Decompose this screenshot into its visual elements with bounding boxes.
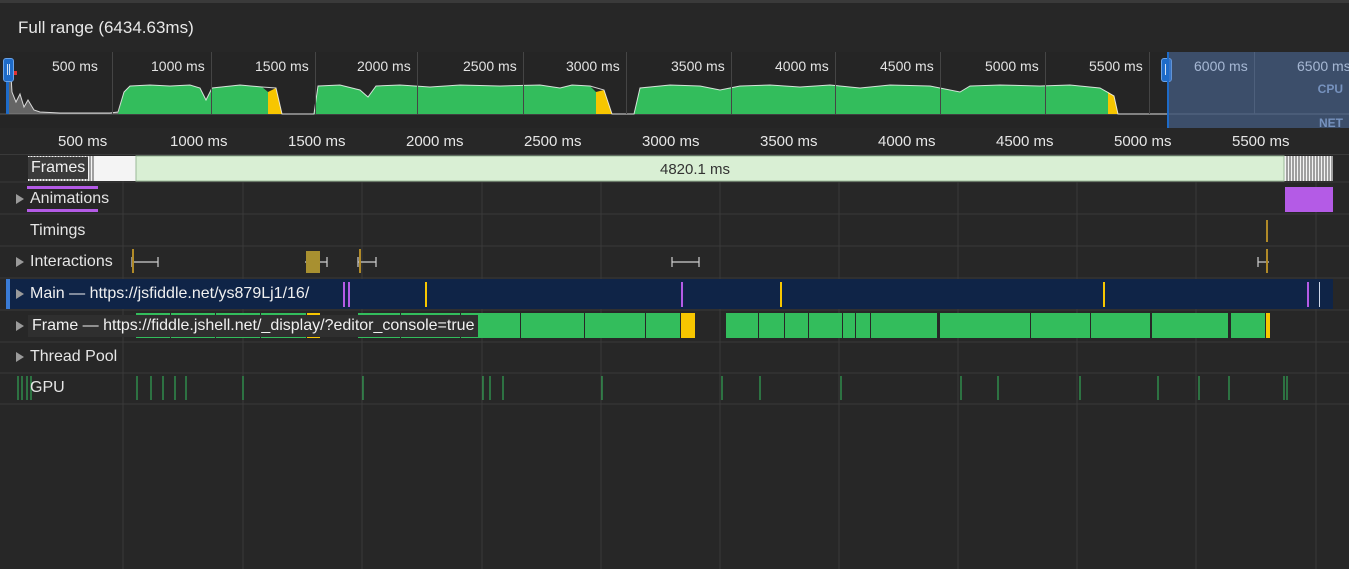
task-block — [521, 313, 584, 338]
timing-marker — [1266, 220, 1268, 242]
task-block — [585, 313, 645, 338]
expand-frame-icon[interactable] — [16, 321, 24, 331]
track-label-frame[interactable]: Frame — https://fiddle.jshell.net/_displ… — [28, 315, 479, 337]
track-label-frames[interactable]: Frames — [28, 157, 89, 179]
expand-main-icon[interactable] — [16, 289, 24, 299]
animation-bar — [1285, 187, 1333, 212]
task-block — [1266, 313, 1270, 338]
track-label-main[interactable]: Main — https://jsfiddle.net/ys879Lj1/16/ — [28, 283, 312, 305]
expand-thread-pool-icon[interactable] — [16, 352, 24, 362]
task-block — [1152, 313, 1228, 338]
expand-animations-icon[interactable] — [16, 194, 24, 204]
track-label-timings[interactable]: Timings — [30, 221, 85, 241]
task-block — [785, 313, 808, 338]
task-block — [726, 313, 758, 338]
task-block — [759, 313, 784, 338]
task-block — [646, 313, 680, 338]
track-label-thread-pool[interactable]: Thread Pool — [30, 347, 117, 367]
expand-interactions-icon[interactable] — [16, 257, 24, 267]
task-block — [809, 313, 842, 338]
task-block — [1031, 313, 1090, 338]
interaction-block — [306, 251, 320, 273]
track-label-animations[interactable]: Animations — [28, 188, 111, 210]
task-block — [843, 313, 855, 338]
long-frame-duration[interactable]: 4820.1 ms — [660, 161, 730, 178]
task-block — [681, 313, 695, 338]
task-block — [871, 313, 937, 338]
animations-accent-bottom — [27, 209, 98, 212]
track-label-gpu[interactable]: GPU — [30, 378, 65, 398]
track-label-interactions[interactable]: Interactions — [30, 252, 113, 272]
task-block — [856, 313, 870, 338]
task-block — [1231, 313, 1265, 338]
task-block — [1091, 313, 1150, 338]
task-block — [940, 313, 1030, 338]
